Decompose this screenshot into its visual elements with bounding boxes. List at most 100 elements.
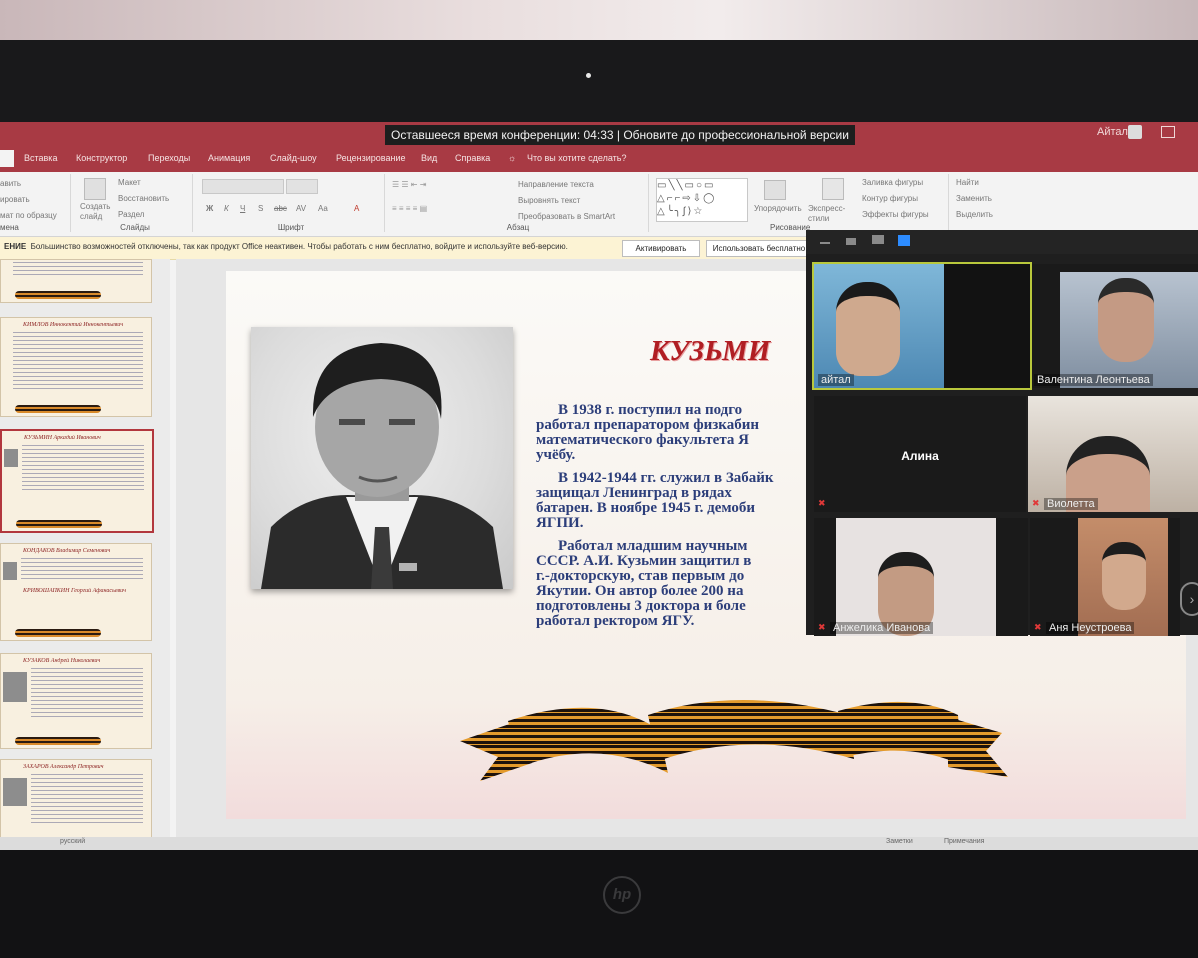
laptop-bezel — [0, 40, 1198, 130]
quick-styles-icon[interactable] — [822, 178, 844, 200]
tab-view[interactable]: Вид — [421, 153, 437, 163]
slide-thumbnail[interactable]: КОНДАКОВ Владимир Семенович КРИВОШАПКИН … — [0, 543, 152, 641]
change-case-button[interactable]: Aa — [318, 204, 328, 213]
reset-button[interactable]: Восстановить — [118, 194, 169, 203]
tab-home[interactable] — [0, 150, 14, 167]
italic-button[interactable]: К — [224, 204, 229, 213]
thumbnail-title: КРИВОШАПКИН Георгий Афанасьевич — [23, 588, 126, 594]
thumbnail-ribbon — [15, 737, 101, 745]
ribbon-display-options-icon[interactable] — [1161, 126, 1175, 138]
ribbon-tabs: Вставка Конструктор Переходы Анимация Сл… — [0, 146, 1198, 172]
language-indicator[interactable]: русский — [60, 838, 85, 845]
status-bar: русский Заметки Примечания — [0, 837, 1198, 850]
slide-thumbnail[interactable]: КИМЛОВ Иннокентий Иннокентьевич — [0, 317, 152, 417]
participant-tile[interactable]: ✖ Виолетта — [1028, 396, 1198, 512]
slide-thumbnail[interactable]: ЗАХАРОВ Александр Петрович — [0, 759, 152, 837]
ribbon: авить ировать мат по образцу мена Создат… — [0, 172, 1198, 237]
slide-title[interactable]: КУЗЬМИ — [650, 335, 770, 368]
new-slide-button[interactable]: Создать слайд — [80, 202, 114, 222]
participant-name: Виолетта — [1044, 498, 1098, 510]
portrait-illustration — [261, 343, 503, 589]
arrange-icon[interactable] — [764, 180, 786, 200]
thumbnail-text — [22, 445, 144, 491]
find-button[interactable]: Найти — [956, 178, 979, 187]
thumbnail-photo — [3, 778, 27, 806]
tab-help[interactable]: Справка — [455, 153, 490, 163]
participant-tile[interactable]: ✖ Аня Неустроева — [1030, 518, 1180, 636]
account-name[interactable]: Айтал — [1097, 126, 1128, 138]
layout-button[interactable]: Макет — [118, 178, 141, 187]
participant-tile-speaking[interactable]: айтал — [812, 262, 1032, 390]
use-free-button[interactable]: Использовать бесплатно — [706, 240, 812, 257]
conference-time-banner[interactable]: Оставшееся время конференции: 04:33 | Об… — [385, 125, 855, 145]
paragraph-group-label: Абзац — [506, 223, 530, 232]
tab-animations[interactable]: Анимация — [208, 153, 250, 163]
activate-button[interactable]: Активировать — [622, 240, 700, 257]
text-line: защищал Ленинград в рядах — [536, 485, 732, 501]
text-direction-button[interactable]: Направление текста — [518, 180, 594, 189]
tab-review[interactable]: Рецензирование — [336, 153, 406, 163]
hp-logo: hp — [603, 876, 641, 914]
slide-thumbnail[interactable]: КУЗАКОВ Андрей Николаевич — [0, 653, 152, 749]
speaker-view-icon[interactable] — [846, 238, 856, 245]
thumbnail-text — [31, 774, 143, 824]
tell-me-search[interactable]: Что вы хотите сделать? — [527, 153, 627, 163]
portrait-photo[interactable] — [251, 327, 513, 589]
participant-tile[interactable]: Валентина Леонтьева — [1032, 264, 1198, 388]
replace-button[interactable]: Заменить — [956, 194, 992, 203]
paragraph-group: ☰ ☰ ⇤ ⇥ ≡ ≡ ≡ ≡ ▤ Направление текста Выр… — [388, 174, 649, 232]
tab-slideshow[interactable]: Слайд-шоу — [270, 153, 317, 163]
shape-effects-button[interactable]: Эффекты фигуры — [862, 210, 929, 219]
underline-button[interactable]: Ч — [240, 204, 245, 213]
tab-design[interactable]: Конструктор — [76, 153, 127, 163]
notice-label: ЕНИЕ — [4, 242, 27, 251]
arrange-button[interactable]: Упорядочить — [754, 204, 802, 213]
avatar[interactable] — [1128, 125, 1142, 139]
thumbnail-text — [21, 558, 143, 582]
align-text-button[interactable]: Выровнять текст — [518, 196, 580, 205]
participant-tile[interactable]: Алина ✖ — [814, 396, 1026, 512]
next-page-arrow-icon[interactable]: › — [1180, 582, 1198, 616]
screen: Оставшееся время конференции: 04:33 | Об… — [0, 122, 1198, 850]
slide-body-text[interactable]: В 1938 г. поступил на подго работал преп… — [536, 403, 836, 637]
st-george-ribbon[interactable] — [458, 681, 1018, 801]
webcam-dot — [586, 73, 591, 78]
copy-button[interactable]: ировать — [0, 195, 30, 204]
strikethrough-button[interactable]: abc — [274, 204, 287, 213]
convert-smartart-button[interactable]: Преобразовать в SmartArt — [518, 212, 615, 221]
font-color-button[interactable]: A — [354, 204, 359, 213]
participant-tile[interactable]: ✖ Анжелика Иванова — [814, 518, 1028, 636]
slide-thumbnail-selected[interactable]: КУЗЬМИН Аркадий Иванович — [0, 429, 154, 533]
tab-insert[interactable]: Вставка — [24, 153, 57, 163]
tab-transitions[interactable]: Переходы — [148, 153, 190, 163]
bullets-icon[interactable]: ☰ ☰ ⇤ ⇥ — [392, 180, 426, 189]
shapes-gallery[interactable]: ▭╲╲▭○▭ △⌐⌐⇨⇩◯ △╰╮∫⟩☆ — [656, 178, 748, 222]
align-icons[interactable]: ≡ ≡ ≡ ≡ ▤ — [392, 204, 427, 213]
section-button[interactable]: Раздел — [118, 210, 144, 219]
quick-styles-button[interactable]: Экспресс-стили — [808, 204, 848, 224]
format-painter-button[interactable]: мат по образцу — [0, 211, 57, 220]
slides-group-label: Слайды — [120, 223, 150, 232]
strip-view-icon[interactable] — [872, 235, 884, 244]
shape-fill-button[interactable]: Заливка фигуры — [862, 178, 923, 187]
new-slide-icon[interactable] — [84, 178, 106, 200]
minimize-icon[interactable] — [820, 242, 830, 244]
font-name-select[interactable] — [202, 179, 284, 194]
shadow-button[interactable]: S — [258, 204, 263, 213]
notice-text: ЕНИЕ Большинство возможностей отключены,… — [4, 242, 568, 251]
title-bar: Оставшееся время конференции: 04:33 | Об… — [0, 122, 1198, 146]
thumbnail-photo — [3, 672, 27, 702]
comments-button[interactable]: Примечания — [944, 838, 984, 845]
paste-button[interactable]: авить — [0, 179, 21, 188]
select-button[interactable]: Выделить — [956, 210, 993, 219]
slide-thumbnail[interactable] — [0, 259, 152, 303]
shape-outline-button[interactable]: Контур фигуры — [862, 194, 918, 203]
char-spacing-button[interactable]: AV — [296, 204, 306, 213]
font-size-select[interactable] — [286, 179, 318, 194]
participant-face — [1102, 542, 1146, 610]
bold-button[interactable]: Ж — [206, 204, 213, 213]
thumbnail-title: ЗАХАРОВ Александр Петрович — [23, 764, 104, 770]
notes-button[interactable]: Заметки — [886, 838, 913, 845]
gallery-view-icon[interactable] — [898, 235, 910, 246]
participant-name: Анжелика Иванова — [830, 622, 934, 634]
